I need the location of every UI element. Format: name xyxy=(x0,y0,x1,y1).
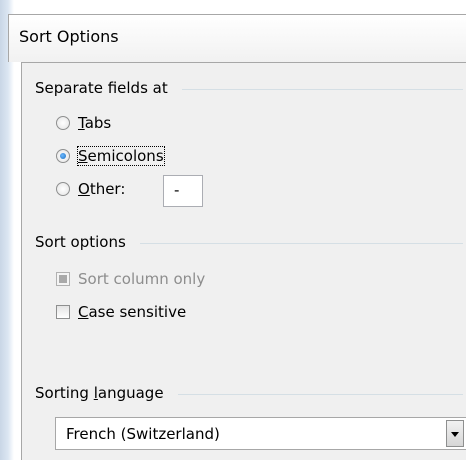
semicolons-mnemonic: S xyxy=(78,147,88,165)
tabs-radio-label: Tabs xyxy=(78,114,111,132)
other-radio-label: Other: xyxy=(78,180,125,198)
other-separator-input[interactable]: - xyxy=(163,175,203,207)
tabs-radio[interactable] xyxy=(56,116,70,130)
other-separator-value: - xyxy=(174,181,180,199)
sort-column-only-label: Sort column only xyxy=(78,270,206,288)
semicolons-radio-option[interactable]: Semicolons xyxy=(56,146,165,166)
separate-fields-group-header: Separate fields at xyxy=(35,79,463,97)
case-sensitive-option[interactable]: Case sensitive xyxy=(56,303,186,321)
case-sensitive-label: Case sensitive xyxy=(78,303,186,321)
dialog-title: Sort Options xyxy=(19,27,119,46)
sort-options-group-header: Sort options xyxy=(35,233,463,251)
other-mnemonic: O xyxy=(78,180,90,198)
chevron-down-icon[interactable] xyxy=(446,420,464,447)
sort-column-only-option[interactable]: Sort column only xyxy=(56,270,205,288)
other-radio-option[interactable]: Other: xyxy=(56,180,125,198)
semicolons-label-rest: emicolons xyxy=(87,147,164,165)
group-divider xyxy=(177,393,463,395)
tabs-radio-option[interactable]: Tabs xyxy=(56,114,111,132)
sorting-language-heading: Sorting language xyxy=(35,384,164,402)
sorting-language-heading-pre: Sorting xyxy=(35,384,94,402)
group-divider xyxy=(181,88,463,90)
other-label-rest: ther: xyxy=(89,180,126,198)
sorting-language-select[interactable]: French (Switzerland) xyxy=(55,417,466,450)
sort-column-only-checkbox[interactable] xyxy=(56,272,70,286)
dialog-title-bar: Sort Options xyxy=(8,14,466,62)
case-sensitive-label-rest: ase sensitive xyxy=(88,303,187,321)
tabs-label-rest: abs xyxy=(84,114,112,132)
sorting-language-group-header: Sorting language xyxy=(35,384,463,402)
semicolons-radio-label: Semicolons xyxy=(77,146,165,166)
sorting-language-value: French (Switzerland) xyxy=(66,425,220,443)
sort-options-heading: Sort options xyxy=(35,233,126,251)
separate-fields-heading: Separate fields at xyxy=(35,79,168,97)
sorting-language-heading-post: anguage xyxy=(97,384,164,402)
case-sensitive-mnemonic: C xyxy=(78,303,89,321)
semicolons-radio[interactable] xyxy=(56,149,70,163)
case-sensitive-checkbox[interactable] xyxy=(56,305,70,319)
tabs-mnemonic: T xyxy=(78,114,85,132)
other-radio[interactable] xyxy=(56,182,70,196)
group-divider xyxy=(139,242,463,244)
dialog-content: Separate fields at Tabs Semicolons Other… xyxy=(21,62,466,460)
